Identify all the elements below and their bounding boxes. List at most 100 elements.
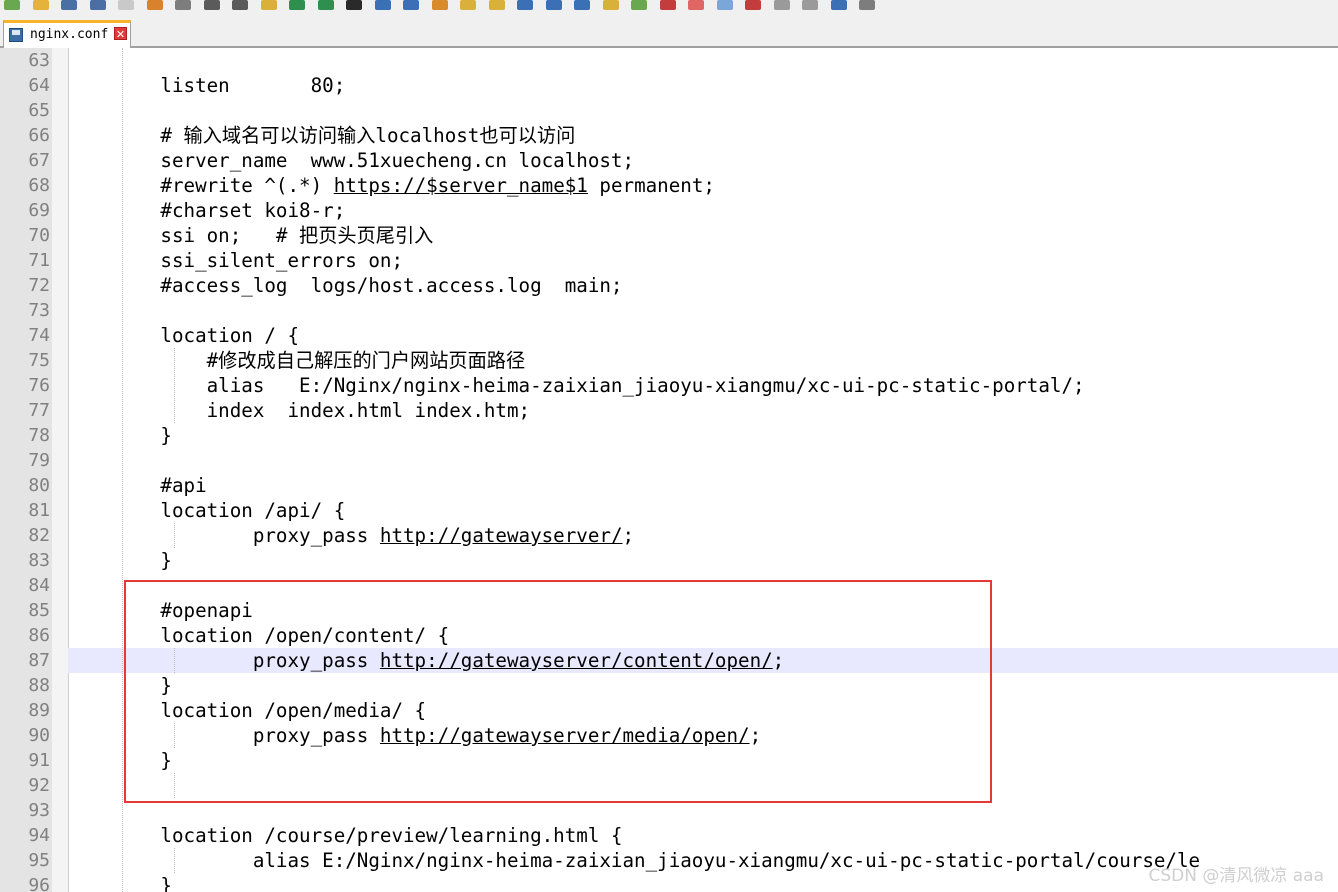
line-number: 76 <box>28 375 50 396</box>
line-number: 87 <box>28 650 50 671</box>
line-number: 89 <box>28 700 50 721</box>
line-number: 64 <box>28 75 50 96</box>
tab-nginx-conf[interactable]: nginx.conf ✕ <box>3 20 131 48</box>
line-number: 90 <box>28 725 50 746</box>
code-line[interactable]: # 输入域名可以访问输入localhost也可以访问 <box>68 123 1338 148</box>
save-icon[interactable] <box>61 0 77 10</box>
stop-macro-icon[interactable] <box>773 0 790 10</box>
code-line[interactable] <box>68 448 1338 473</box>
line-number: 83 <box>28 550 50 571</box>
code-line[interactable]: server_name www.51xuecheng.cn localhost; <box>68 148 1338 173</box>
monitor-icon[interactable] <box>716 0 733 10</box>
line-number: 91 <box>28 750 50 771</box>
copy-icon[interactable] <box>232 0 248 10</box>
play-macro-icon[interactable] <box>802 0 818 10</box>
indent-guide-icon[interactable] <box>574 0 590 10</box>
line-number: 74 <box>28 325 50 346</box>
line-number: 75 <box>28 350 50 371</box>
find-icon[interactable] <box>346 0 362 10</box>
code-line[interactable]: #access_log logs/host.access.log main; <box>68 273 1338 298</box>
open-file-icon[interactable] <box>32 0 49 10</box>
print-icon[interactable] <box>175 0 191 10</box>
watermark: CSDN @清风微凉 aaa <box>1148 866 1324 886</box>
code-text: ; <box>622 524 635 547</box>
close-tab-icon[interactable]: ✕ <box>114 27 127 41</box>
func-list-icon[interactable] <box>659 0 676 10</box>
line-number: 93 <box>28 800 50 821</box>
code-line[interactable]: alias E:/Nginx/nginx-heima-zaixian_jiaoy… <box>68 373 1338 398</box>
code-line[interactable]: #修改成自己解压的门户网站页面路径 <box>68 348 1338 373</box>
line-number: 69 <box>28 200 50 221</box>
code-line[interactable]: proxy_pass http://gatewayserver/; <box>68 523 1338 548</box>
paste-icon[interactable] <box>260 0 277 10</box>
line-number: 84 <box>28 575 50 596</box>
highlight-annotation-box <box>124 580 992 803</box>
line-number: 94 <box>28 825 50 846</box>
code-line[interactable]: index index.html index.htm; <box>68 398 1338 423</box>
code-line[interactable]: ssi_silent_errors on; <box>68 248 1338 273</box>
code-line[interactable] <box>68 298 1338 323</box>
folder-workspace-icon[interactable] <box>688 0 704 10</box>
line-number: 66 <box>28 125 50 146</box>
line-number: 77 <box>28 400 50 421</box>
save-macro-icon[interactable] <box>859 0 875 10</box>
line-number: 86 <box>28 625 50 646</box>
line-number-gutter: 63 64 65 66 67 68 69 70 71 72 73 74 75 76 77 78 79 80 81 82… <box>0 48 69 892</box>
zoom-in-icon[interactable] <box>403 0 419 10</box>
code-text: #rewrite ^(.*) <box>68 174 334 197</box>
close-all-icon[interactable] <box>146 0 163 10</box>
line-number: 71 <box>28 250 50 271</box>
code-line[interactable]: location /api/ { <box>68 498 1338 523</box>
udl-icon[interactable] <box>602 0 619 10</box>
line-number: 81 <box>28 500 50 521</box>
line-number: 95 <box>28 850 50 871</box>
line-number: 79 <box>28 450 50 471</box>
line-number: 92 <box>28 775 50 796</box>
line-number: 80 <box>28 475 50 496</box>
sync-v-icon[interactable] <box>460 0 476 10</box>
saved-file-icon <box>9 28 23 42</box>
line-number: 85 <box>28 600 50 621</box>
save-all-icon[interactable] <box>89 0 106 10</box>
url-link[interactable]: http://gatewayserver/ <box>380 524 623 547</box>
close-icon[interactable] <box>118 0 134 10</box>
indent-guide <box>174 848 175 873</box>
code-line[interactable]: #charset koi8-r; <box>68 198 1338 223</box>
record-macro-icon[interactable] <box>745 0 761 10</box>
line-number: 63 <box>28 50 50 71</box>
replace-icon[interactable] <box>374 0 391 10</box>
url-link[interactable]: https://$server_name$1 <box>334 174 588 197</box>
code-line[interactable]: } <box>68 548 1338 573</box>
cut-icon[interactable] <box>203 0 220 10</box>
new-file-icon[interactable] <box>4 0 20 10</box>
line-number: 78 <box>28 425 50 446</box>
tab-title: nginx.conf <box>30 27 109 42</box>
line-number: 82 <box>28 525 50 546</box>
code-line[interactable]: location / { <box>68 323 1338 348</box>
all-chars-icon[interactable] <box>545 0 562 10</box>
code-line[interactable]: #api <box>68 473 1338 498</box>
code-line[interactable]: listen 80; <box>68 73 1338 98</box>
toolbar <box>0 0 1338 14</box>
run-macro-icon[interactable] <box>830 0 847 10</box>
line-number: 67 <box>28 150 50 171</box>
indent-guide <box>174 523 175 548</box>
code-line[interactable]: location /course/preview/learning.html { <box>68 823 1338 848</box>
line-number: 96 <box>28 875 50 892</box>
tab-bar: nginx.conf ✕ <box>0 14 1338 48</box>
line-number: 70 <box>28 225 50 246</box>
zoom-out-icon[interactable] <box>431 0 448 10</box>
doc-map-icon[interactable] <box>631 0 647 10</box>
line-number: 88 <box>28 675 50 696</box>
code-editor[interactable]: 63 64 65 66 67 68 69 70 71 72 73 74 75 76 77 78 79 80 81 82… <box>0 48 1338 892</box>
redo-icon[interactable] <box>317 0 334 10</box>
code-line[interactable] <box>68 48 1338 73</box>
word-wrap-icon[interactable] <box>517 0 533 10</box>
undo-icon[interactable] <box>289 0 305 10</box>
code-line[interactable]: } <box>68 423 1338 448</box>
fold-margin[interactable] <box>52 48 68 892</box>
sync-h-icon[interactable] <box>488 0 505 10</box>
code-line[interactable]: ssi on; # 把页头页尾引入 <box>68 223 1338 248</box>
code-line[interactable]: #rewrite ^(.*) https://$server_name$1 pe… <box>68 173 1338 198</box>
code-line[interactable] <box>68 98 1338 123</box>
